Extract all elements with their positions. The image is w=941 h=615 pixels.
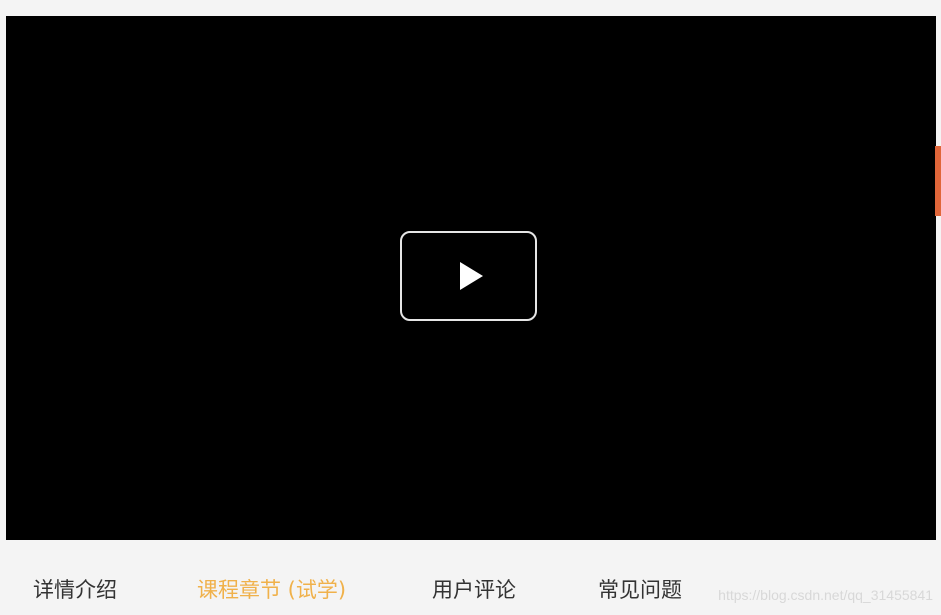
tab-faq[interactable]: 常见问题 xyxy=(598,577,682,603)
tab-course-chapters[interactable]: 课程章节 (试学) xyxy=(197,577,346,603)
watermark: https://blog.csdn.net/qq_31455841 xyxy=(718,587,933,603)
tab-bar: 详情介绍 课程章节 (试学) 用户评论 常见问题 xyxy=(0,540,941,615)
tab-user-reviews[interactable]: 用户评论 xyxy=(432,577,516,603)
play-icon xyxy=(459,262,483,290)
play-button[interactable] xyxy=(400,231,537,321)
video-player[interactable] xyxy=(6,16,936,540)
side-marker xyxy=(935,146,941,216)
tab-details[interactable]: 详情介绍 xyxy=(33,577,117,603)
